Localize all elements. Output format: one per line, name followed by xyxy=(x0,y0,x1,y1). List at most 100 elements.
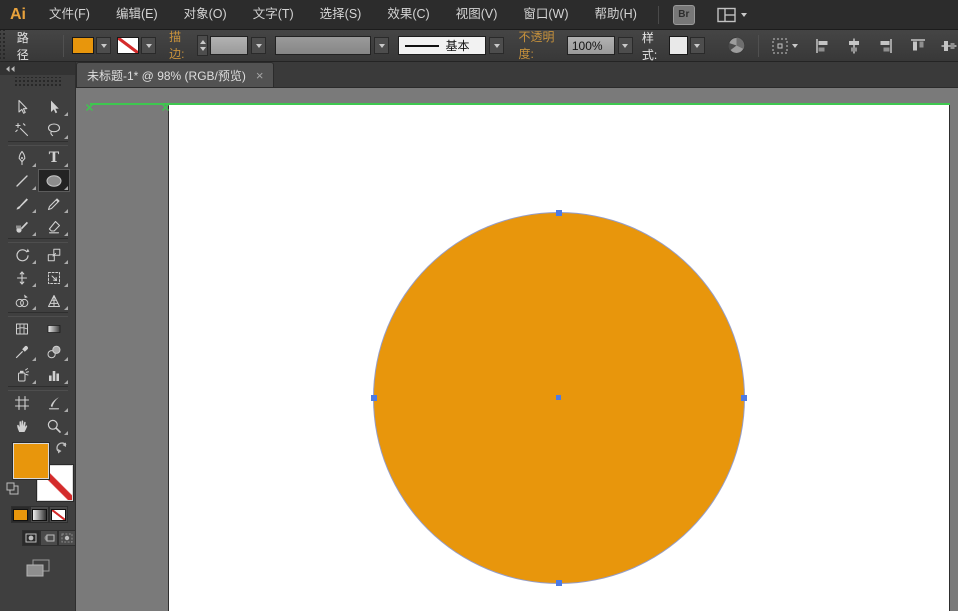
zoom-tool[interactable] xyxy=(38,414,70,437)
stroke-color-control[interactable] xyxy=(118,37,156,54)
vertical-align-center-icon xyxy=(940,37,958,55)
panel-collapse-button[interactable] xyxy=(0,62,75,75)
menu-view[interactable]: 视图(V) xyxy=(443,0,511,29)
panel-drag-grip[interactable] xyxy=(14,77,61,86)
menu-select[interactable]: 选择(S) xyxy=(307,0,375,29)
scale-tool[interactable] xyxy=(38,243,70,266)
horizontal-align-center-button[interactable] xyxy=(845,37,863,55)
transform-options-button[interactable] xyxy=(770,36,798,56)
shape-center-point[interactable] xyxy=(556,395,561,400)
blob-brush-tool[interactable] xyxy=(6,215,38,238)
type-tool[interactable]: T xyxy=(38,146,70,169)
menu-edit[interactable]: 编辑(E) xyxy=(103,0,171,29)
stroke-dropdown-button[interactable] xyxy=(141,37,156,54)
draw-inside-icon xyxy=(61,533,73,543)
eyedropper-tool[interactable] xyxy=(6,340,38,363)
stepper-up-icon[interactable] xyxy=(200,40,206,44)
slice-tool[interactable] xyxy=(38,391,70,414)
selected-guide-line[interactable] xyxy=(90,103,950,105)
artboard-tool[interactable] xyxy=(6,391,38,414)
bridge-button[interactable]: Br xyxy=(673,5,695,25)
style-dropdown-button[interactable] xyxy=(690,37,705,54)
menu-effect[interactable]: 效果(C) xyxy=(374,0,442,29)
tab-close-button[interactable]: × xyxy=(256,69,264,82)
vertical-align-top-button[interactable] xyxy=(909,37,927,55)
none-mode-button[interactable] xyxy=(49,506,68,523)
horizontal-align-left-button[interactable] xyxy=(814,37,832,55)
width-tool[interactable] xyxy=(6,266,38,289)
color-mode-button[interactable] xyxy=(11,506,30,523)
menu-file[interactable]: 文件(F) xyxy=(36,0,103,29)
opacity-field[interactable]: 100% xyxy=(567,36,615,55)
guide-anchor-icon[interactable] xyxy=(161,99,170,117)
fill-dropdown-button[interactable] xyxy=(96,37,111,54)
anchor-point-bottom[interactable] xyxy=(556,580,562,586)
brush-definition-field[interactable]: 基本 xyxy=(398,36,486,55)
opacity-control[interactable]: 100% xyxy=(567,36,633,55)
gradient-mode-button[interactable] xyxy=(30,506,49,523)
draw-behind-button[interactable] xyxy=(40,530,58,546)
swap-fill-stroke-button[interactable] xyxy=(55,441,69,459)
anchor-point-top[interactable] xyxy=(556,210,562,216)
stroke-weight-combo[interactable] xyxy=(210,36,266,55)
shape-builder-tool[interactable] xyxy=(6,289,38,312)
free-transform-tool[interactable] xyxy=(38,266,70,289)
screen-mode-button[interactable] xyxy=(22,556,54,580)
width-profile-field[interactable] xyxy=(275,36,371,55)
horizontal-align-right-button[interactable] xyxy=(876,37,894,55)
ellipse-tool[interactable] xyxy=(38,169,70,192)
default-fill-stroke-button[interactable] xyxy=(6,482,19,500)
width-profile-control[interactable] xyxy=(275,36,389,55)
fill-swatch[interactable] xyxy=(73,38,93,53)
symbol-sprayer-tool[interactable] xyxy=(6,363,38,386)
stroke-weight-dropdown-button[interactable] xyxy=(251,37,266,54)
blend-tool[interactable] xyxy=(38,340,70,363)
stroke-none-swatch[interactable] xyxy=(118,38,138,53)
perspective-grid-tool[interactable] xyxy=(38,289,70,312)
canvas-pasteboard[interactable] xyxy=(76,88,958,611)
mesh-tool[interactable] xyxy=(6,317,38,340)
lasso-tool[interactable] xyxy=(38,118,70,141)
stepper-down-icon[interactable] xyxy=(200,47,206,51)
menu-type[interactable]: 文字(T) xyxy=(240,0,307,29)
brush-dropdown-button[interactable] xyxy=(489,37,504,54)
fill-color-control[interactable] xyxy=(73,37,111,54)
magic-wand-tool[interactable] xyxy=(6,118,38,141)
direct-selection-tool[interactable] xyxy=(38,95,70,118)
recolor-artwork-button[interactable] xyxy=(727,36,746,55)
swap-arrows-icon xyxy=(55,442,69,454)
selection-tool[interactable] xyxy=(6,95,38,118)
pencil-tool[interactable] xyxy=(38,192,70,215)
width-profile-dropdown-button[interactable] xyxy=(374,37,389,54)
stroke-panel-link[interactable]: 描边: xyxy=(169,28,192,64)
line-segment-tool[interactable] xyxy=(6,169,38,192)
style-control[interactable] xyxy=(670,37,705,54)
guide-anchor-icon[interactable] xyxy=(85,99,94,117)
anchor-point-right[interactable] xyxy=(741,395,747,401)
pen-tool[interactable] xyxy=(6,146,38,169)
paintbrush-tool[interactable] xyxy=(6,192,38,215)
draw-normal-button[interactable] xyxy=(22,530,40,546)
column-graph-tool[interactable] xyxy=(38,363,70,386)
fill-indicator[interactable] xyxy=(14,444,48,478)
hand-tool[interactable] xyxy=(6,414,38,437)
menu-help[interactable]: 帮助(H) xyxy=(582,0,650,29)
anchor-point-left[interactable] xyxy=(371,395,377,401)
workspace-switcher-button[interactable] xyxy=(717,7,747,23)
panel-grip[interactable] xyxy=(0,30,7,62)
gradient-tool[interactable] xyxy=(38,317,70,340)
document-tab[interactable]: 未标题-1* @ 98% (RGB/预览) × xyxy=(76,62,274,87)
brush-definition-control[interactable]: 基本 xyxy=(398,36,504,55)
opacity-dropdown-button[interactable] xyxy=(618,37,633,54)
stroke-weight-field[interactable] xyxy=(210,36,248,55)
brush-stroke-preview xyxy=(405,45,439,47)
draw-inside-button[interactable] xyxy=(58,530,76,546)
menu-window[interactable]: 窗口(W) xyxy=(510,0,581,29)
style-swatch[interactable] xyxy=(670,37,687,54)
eraser-tool[interactable] xyxy=(38,215,70,238)
stroke-weight-stepper[interactable] xyxy=(197,35,208,56)
rotate-tool[interactable] xyxy=(6,243,38,266)
opacity-panel-link[interactable]: 不透明度: xyxy=(518,28,561,64)
vertical-align-center-button[interactable] xyxy=(940,37,958,55)
menu-object[interactable]: 对象(O) xyxy=(171,0,240,29)
